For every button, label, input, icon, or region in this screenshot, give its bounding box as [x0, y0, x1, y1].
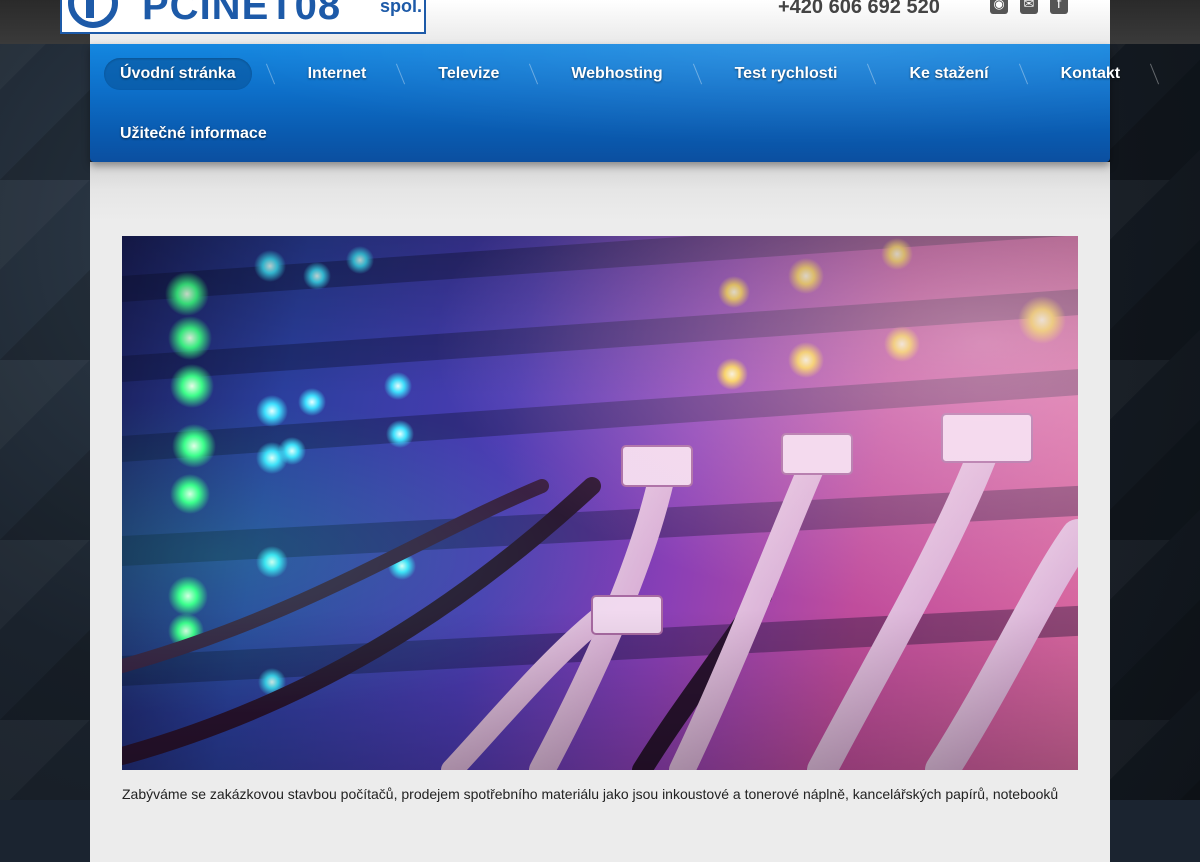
facebook-icon[interactable]: f: [1050, 0, 1068, 14]
nav-item-useful-info[interactable]: Užitečné informace: [104, 118, 283, 150]
nav-item-internet[interactable]: Internet: [292, 58, 383, 90]
nav-item-speed-test[interactable]: Test rychlosti: [719, 58, 854, 90]
nav-separator: [252, 63, 292, 85]
phone-number: +420 606 692 520: [778, 0, 940, 18]
nav-item-downloads[interactable]: Ke stažení: [893, 58, 1004, 90]
main-navigation: Úvodní stránka Internet Televize Webhost…: [90, 44, 1120, 162]
nav-separator: [382, 63, 422, 85]
nav-row-2: Užitečné informace: [104, 118, 283, 150]
social-links: ◉ ✉ f: [990, 0, 1068, 14]
nav-item-home[interactable]: Úvodní stránka: [104, 58, 252, 90]
nav-separator: [1136, 63, 1176, 85]
logo-mark-icon: [68, 0, 118, 28]
nav-separator: [515, 63, 555, 85]
nav-row-1: Úvodní stránka Internet Televize Webhost…: [104, 58, 1176, 90]
hero-image: [122, 236, 1078, 770]
logo-subtitle: spol. s r.o.: [380, 0, 424, 16]
nav-item-television[interactable]: Televize: [422, 58, 515, 90]
nav-item-contact[interactable]: Kontakt: [1045, 58, 1137, 90]
logo-name: PCINET08: [142, 0, 342, 28]
nav-separator: [1005, 63, 1045, 85]
logo[interactable]: PCINET08 spol. s r.o.: [60, 0, 426, 34]
nav-separator: [679, 63, 719, 85]
nav-item-webhosting[interactable]: Webhosting: [555, 58, 678, 90]
hero-overlay: [122, 236, 1078, 770]
rss-icon[interactable]: ◉: [990, 0, 1008, 14]
main-content: Zabýváme se zakázkovou stavbou počítačů,…: [90, 162, 1110, 862]
nav-separator: [853, 63, 893, 85]
mail-icon[interactable]: ✉: [1020, 0, 1038, 14]
